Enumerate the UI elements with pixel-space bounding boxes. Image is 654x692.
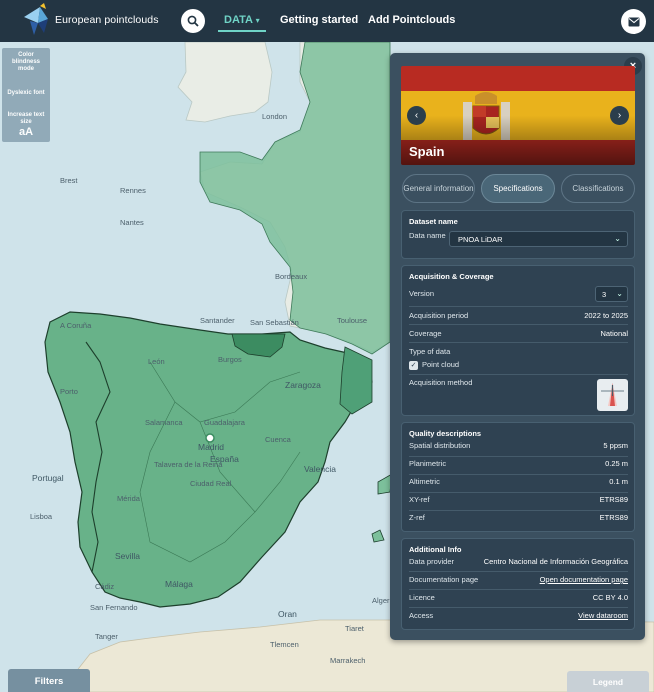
map-label: Mérida [117, 494, 140, 503]
point-cloud-checkbox[interactable]: ✓ [409, 361, 418, 370]
quality-row: Spatial distribution 5 ppsm [409, 441, 628, 450]
tab-classifications[interactable]: Classifications [561, 174, 635, 203]
map-label: Cádiz [95, 582, 115, 591]
uk-landmass [177, 42, 273, 123]
text-size-icon: aA [18, 126, 34, 138]
acquisition-method-label: Acquisition method [409, 378, 473, 387]
coverage-row: Coverage National [409, 329, 628, 338]
acquisition-period-row: Acquisition period 2022 to 2025 [409, 311, 628, 320]
quality-row: Planimetric 0.25 m [409, 459, 628, 468]
nav-active-indicator [218, 30, 266, 32]
brand-name: European pointclouds [55, 14, 159, 26]
map-label: Nantes [120, 218, 144, 227]
map-label: Marrakech [330, 656, 366, 665]
point-cloud-label: Point cloud [422, 360, 460, 369]
accessibility-panel: Color blindness mode Dyslexic font Incre… [2, 48, 50, 142]
map-label: León [148, 357, 165, 366]
open-documentation-link[interactable]: Open documentation page [540, 575, 628, 584]
brand-logo-icon [22, 3, 54, 37]
additional-row: Access View dataroom [409, 611, 628, 620]
catalonia-region [339, 346, 373, 415]
quality-row: Altimetric 0.1 m [409, 477, 628, 486]
quality-row: XY-ref ETRS89 [409, 495, 628, 504]
map-label: Tiaret [345, 624, 364, 633]
version-value: 3 [602, 290, 607, 299]
data-name-label: Data name [409, 231, 446, 240]
mail-icon [628, 17, 639, 26]
map-label: Tanger [95, 632, 118, 641]
map-label: Burgos [218, 355, 242, 364]
search-icon [187, 15, 199, 27]
quality-row: Z-ref ETRS89 [409, 513, 628, 522]
map-label: Guadalajara [204, 418, 245, 427]
madrid-marker [205, 433, 215, 443]
previous-country-button[interactable]: ‹ [407, 106, 426, 125]
map-label: London [262, 112, 288, 121]
version-select[interactable]: 3 ⌄ [595, 286, 628, 302]
additional-row: Data provider Centro Nacional de Informac… [409, 557, 628, 566]
map-label: Cuenca [265, 435, 291, 444]
map-label: Toulouse [337, 316, 368, 325]
map-label: A Coruña [60, 321, 92, 330]
top-navigation: European pointclouds DATA ▾ Getting star… [0, 0, 654, 42]
map-label: Bordeaux [275, 272, 308, 281]
section-title: Dataset name [409, 217, 458, 226]
map-label: San Sebastián [250, 318, 299, 327]
map-label: San Fernando [90, 603, 138, 612]
increase-text-size-toggle[interactable]: Increase text size [4, 112, 48, 126]
map-label: Portugal [32, 473, 64, 483]
map-label: Tlemcen [270, 640, 299, 649]
view-dataroom-link[interactable]: View dataroom [578, 611, 628, 620]
map-label: Porto [60, 387, 78, 396]
brand-logo-link[interactable]: European pointclouds [22, 3, 162, 37]
filters-button[interactable]: Filters [8, 669, 90, 692]
map-label: Rennes [120, 186, 146, 195]
nav-getting-started[interactable]: Getting started [280, 14, 358, 26]
map-label: Alger [372, 596, 390, 605]
legend-button[interactable]: Legend [567, 671, 649, 692]
map-label: Madrid [198, 442, 224, 452]
additional-row: Licence CC BY 4.0 [409, 593, 628, 602]
section-title: Acquisition & Coverage [409, 272, 494, 281]
nav-add-pointclouds[interactable]: Add Pointclouds [368, 14, 455, 26]
search-button[interactable] [181, 9, 205, 33]
version-label: Version [409, 289, 435, 298]
map-label: Ciudad Real [190, 479, 232, 488]
country-name: Spain [409, 144, 445, 159]
map-label: Sevilla [115, 551, 141, 561]
section-title: Additional Info [409, 545, 462, 554]
tab-general-information[interactable]: General information [402, 174, 475, 203]
chevron-down-icon: ⌄ [616, 289, 623, 298]
data-name-value: PNOA LiDAR [458, 235, 503, 244]
section-title: Quality descriptions [409, 429, 482, 438]
airborne-lidar-icon [597, 379, 628, 411]
chevron-right-icon: › [617, 110, 622, 121]
map-label: Talavera de la Reina [154, 460, 223, 469]
map-label: Salamanca [145, 418, 183, 427]
map-label: Zaragoza [285, 380, 321, 390]
menorca [371, 529, 385, 543]
next-country-button[interactable]: › [610, 106, 629, 125]
color-blindness-toggle[interactable]: Color blindness mode [6, 52, 46, 73]
contact-button[interactable] [621, 9, 646, 34]
nav-data-menu[interactable]: DATA ▾ [224, 14, 260, 26]
map-label: Valencia [304, 464, 336, 474]
map-label: Oran [278, 609, 297, 619]
map-label: Santander [200, 316, 235, 325]
dyslexic-font-toggle[interactable]: Dyslexic font [4, 90, 48, 97]
tab-specifications[interactable]: Specifications [481, 174, 555, 203]
chevron-down-icon: ▾ [255, 16, 260, 25]
additional-row: Documentation page Open documentation pa… [409, 575, 628, 584]
chevron-left-icon: ‹ [414, 110, 419, 121]
map-label: Málaga [165, 579, 193, 589]
data-name-select[interactable]: PNOA LiDAR ⌄ [449, 231, 628, 247]
nav-data-label: DATA [224, 14, 253, 26]
chevron-down-icon: ⌄ [614, 234, 621, 243]
map-label: Brest [60, 176, 78, 185]
map-label: Lisboa [30, 512, 53, 521]
